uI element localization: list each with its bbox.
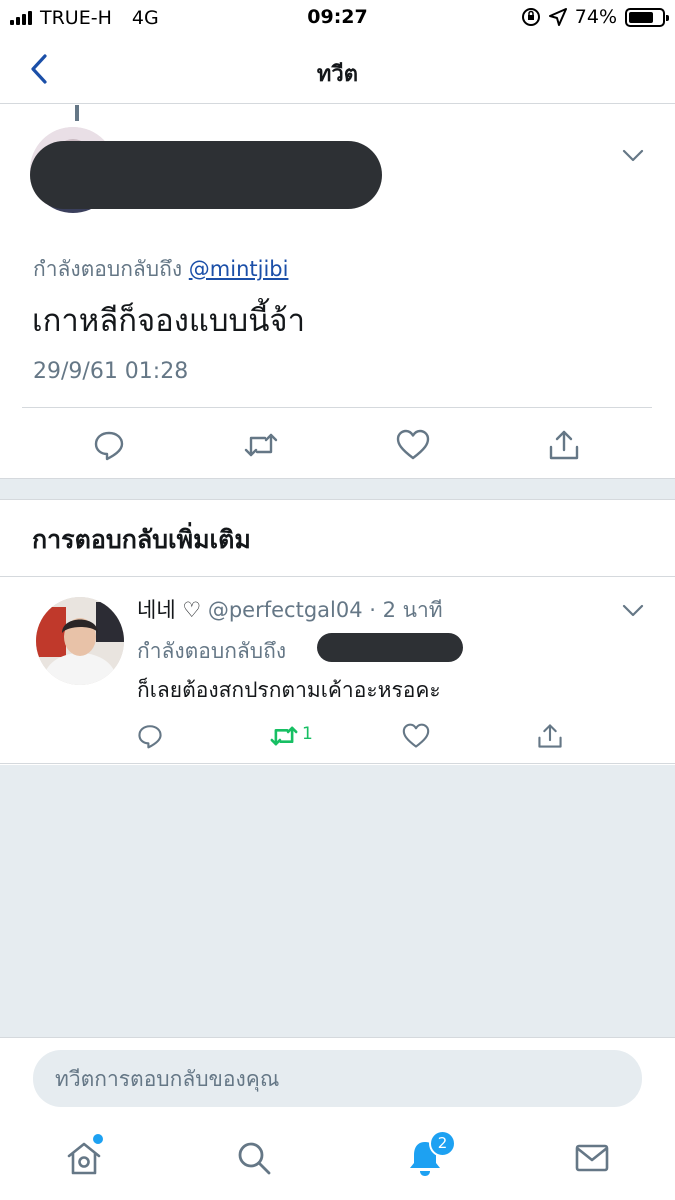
reply-input[interactable] xyxy=(33,1050,642,1107)
reply-button[interactable] xyxy=(91,427,127,463)
reply-text: ก็เลยต้องสกปรกตามเค้าอะหรอคะ xyxy=(137,678,441,702)
like-button[interactable] xyxy=(395,427,431,463)
home-icon xyxy=(67,1142,101,1175)
redacted-name xyxy=(30,141,382,209)
retweet-icon xyxy=(270,726,298,746)
empty-area xyxy=(0,765,675,1037)
share-button[interactable] xyxy=(532,718,568,754)
thread-line xyxy=(75,105,79,121)
like-button[interactable] xyxy=(398,718,434,754)
user-name[interactable]: 네네 ♡ xyxy=(137,598,201,622)
share-icon xyxy=(549,430,579,460)
reply-button[interactable] xyxy=(132,718,168,754)
mail-icon xyxy=(575,1144,609,1172)
notification-badge: 2 xyxy=(429,1130,456,1157)
battery-icon xyxy=(625,7,669,27)
tab-home[interactable] xyxy=(64,1138,104,1178)
tab-messages[interactable] xyxy=(572,1138,612,1178)
reply-icon xyxy=(94,431,124,461)
orientation-lock-icon xyxy=(521,8,540,26)
share-button[interactable] xyxy=(546,427,582,463)
replying-to-label: กำลังตอบกลับถึง xyxy=(33,257,183,281)
section-separator xyxy=(0,478,675,500)
retweet-button[interactable] xyxy=(266,718,302,754)
nav-bar: ทวีต xyxy=(0,36,675,104)
more-replies-header: การตอบกลับเพิ่มเติม xyxy=(0,500,675,577)
retweet-count: 1 xyxy=(302,724,313,744)
reply-header: 네네 ♡ @perfectgal04 · 2 นาที xyxy=(137,594,443,627)
reply-composer xyxy=(0,1037,675,1120)
redacted-handle xyxy=(317,633,463,662)
tweet-actions xyxy=(0,425,675,465)
replying-to: กำลังตอบกลับถึง @mintjibi xyxy=(33,253,288,286)
retweet-icon xyxy=(244,433,278,457)
main-tweet[interactable]: กำลังตอบกลับถึง @mintjibi เกาหลีก็จองแบบ… xyxy=(0,105,675,478)
avatar[interactable] xyxy=(36,597,124,685)
heart-icon xyxy=(402,723,430,748)
reply-icon xyxy=(138,725,162,749)
home-unread-dot xyxy=(93,1134,103,1144)
chevron-down-icon[interactable] xyxy=(621,149,645,163)
search-icon xyxy=(238,1142,271,1175)
reply-actions: 1 xyxy=(0,720,675,752)
tab-search[interactable] xyxy=(234,1138,274,1178)
tweet-timestamp[interactable]: 29/9/61 01:28 xyxy=(33,359,188,384)
reply-tweet[interactable]: 네네 ♡ @perfectgal04 · 2 นาที กำลังตอบกลับ… xyxy=(0,578,675,764)
chevron-down-icon[interactable] xyxy=(621,604,645,618)
location-icon xyxy=(548,8,567,26)
battery-percent: 74% xyxy=(574,6,617,28)
tweet-text: เกาหลีก็จองแบบนี้จ้า xyxy=(32,303,305,339)
divider xyxy=(22,407,652,408)
share-icon xyxy=(538,724,562,748)
mention-link[interactable]: @mintjibi xyxy=(189,257,289,281)
more-replies-title: การตอบกลับเพิ่มเติม xyxy=(32,525,251,554)
heart-icon xyxy=(396,429,430,460)
retweet-button[interactable] xyxy=(243,427,279,463)
page-title: ทวีต xyxy=(316,62,359,87)
replying-to-label: กำลังตอบกลับถึง xyxy=(137,639,287,663)
status-bar: TRUE-H 4G 09:27 74% xyxy=(0,0,675,36)
tab-bar: 2 xyxy=(0,1120,675,1200)
user-handle-time: @perfectgal04 · 2 นาที xyxy=(207,598,443,622)
